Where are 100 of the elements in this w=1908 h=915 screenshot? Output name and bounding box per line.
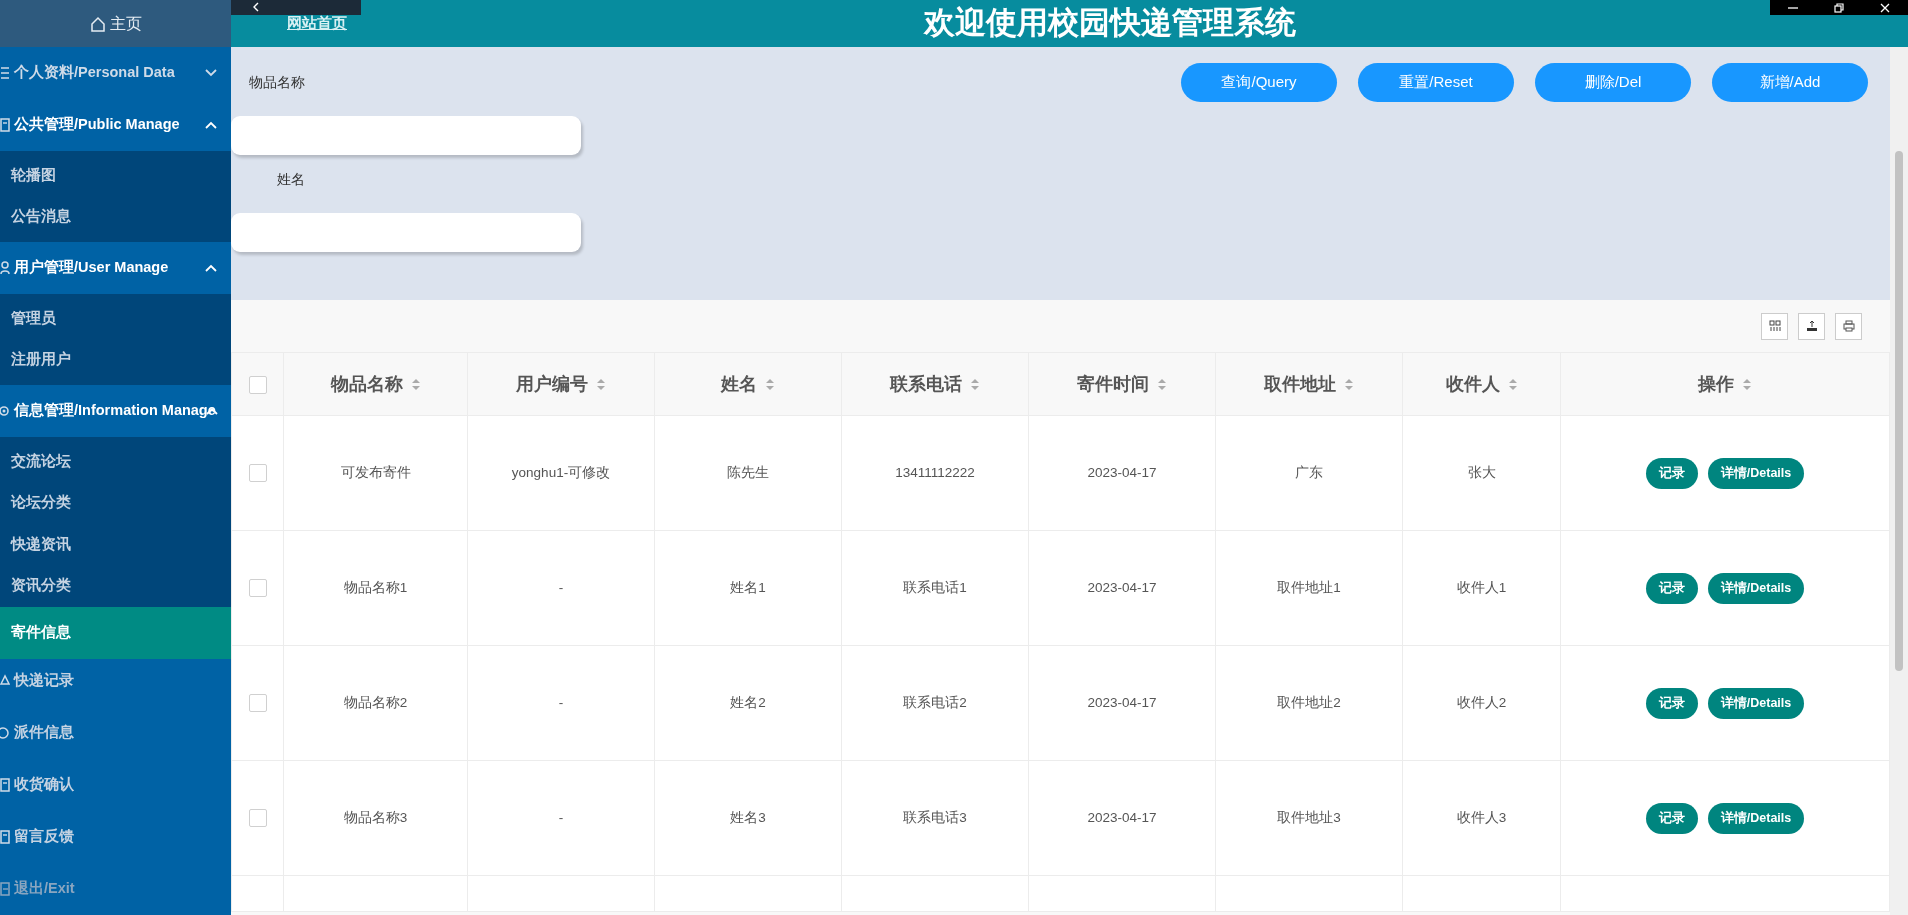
checkbox[interactable]: [248, 694, 267, 713]
columns-icon: [1767, 319, 1782, 333]
sidebar-group[interactable]: 公共管理/Public Manage: [0, 99, 231, 151]
sort-icon[interactable]: [1742, 377, 1752, 391]
checkbox[interactable]: [248, 579, 267, 598]
table-cell: 2023-04-17: [1087, 464, 1157, 480]
table-cell: 2023-04-17: [1087, 579, 1157, 595]
details-button[interactable]: 详情/Details: [1707, 687, 1805, 719]
details-button[interactable]: 详情/Details: [1707, 802, 1805, 834]
table-cell: 姓名2: [730, 694, 766, 710]
sidebar-item[interactable]: 资讯分类: [0, 565, 231, 607]
home-link[interactable]: 主页: [0, 0, 231, 47]
export-icon: [1804, 319, 1819, 333]
sidebar-item[interactable]: 寄件信息: [0, 607, 231, 659]
checkbox[interactable]: [248, 809, 267, 828]
sidebar-item[interactable]: 快递记录: [14, 670, 74, 692]
table-cell: 收件人1: [1456, 579, 1507, 595]
table-cell: 2023-04-17: [1087, 809, 1157, 825]
table-cell: 姓名3: [730, 809, 766, 825]
column-header[interactable]: 操作: [1698, 370, 1734, 398]
sidebar-group[interactable]: 信息管理/Information Manage: [0, 385, 231, 437]
record-button[interactable]: 记录: [1645, 687, 1698, 719]
sidebar-item[interactable]: 公告消息: [0, 196, 231, 238]
column-header[interactable]: 用户编号: [516, 370, 588, 398]
document-icon: [0, 777, 10, 793]
sidebar-item[interactable]: 注册用户: [0, 339, 231, 381]
table-cell: 13411112222: [895, 464, 975, 480]
column-header[interactable]: 取件地址: [1264, 370, 1336, 398]
table-cell: 张大: [1467, 464, 1496, 480]
table-cell: 取件地址3: [1277, 809, 1341, 825]
nav-link[interactable]: 网站首页: [287, 12, 347, 35]
list-icon: [0, 65, 10, 81]
search-field[interactable]: [231, 213, 581, 252]
column-header[interactable]: 收件人: [1445, 370, 1500, 398]
sort-icon[interactable]: [765, 377, 775, 391]
column-header[interactable]: 寄件时间: [1077, 370, 1149, 398]
export-button[interactable]: [1798, 312, 1825, 340]
table-cell: 联系电话1: [903, 579, 967, 595]
table-cell: yonghu1-可修改: [511, 464, 611, 480]
sidebar-item[interactable]: 管理员: [0, 298, 231, 340]
sort-icon[interactable]: [970, 377, 980, 391]
sidebar-group[interactable]: 个人资料/Personal Data: [0, 47, 231, 99]
table-cell: 物品名称1: [343, 579, 408, 595]
print-button[interactable]: [1835, 312, 1862, 340]
page-title: 欢迎使用校园快递管理系统: [923, 4, 1296, 43]
home-icon: [89, 15, 106, 32]
table-cell: 广东: [1295, 464, 1323, 480]
field-label: 物品名称: [248, 73, 306, 92]
column-header[interactable]: 联系电话: [890, 370, 962, 398]
gear-icon: [0, 403, 10, 419]
table-cell: -: [558, 809, 564, 825]
table-cell: 联系电话3: [903, 809, 967, 825]
table-cell: 收件人2: [1456, 694, 1507, 710]
sort-icon[interactable]: [410, 377, 421, 391]
sidebar-group[interactable]: 用户管理/User Manage: [0, 242, 231, 294]
table-cell: 陈先生: [727, 464, 769, 480]
home-label: 主页: [109, 13, 142, 34]
print-icon: [1841, 319, 1856, 333]
record-button[interactable]: 记录: [1645, 572, 1698, 604]
sidebar-item[interactable]: 留言反馈: [14, 826, 74, 848]
sidebar-item[interactable]: 快递资讯: [0, 524, 231, 566]
field-label: 姓名: [276, 170, 306, 189]
scrollbar[interactable]: [1890, 47, 1908, 915]
table-cell: 物品名称3: [343, 809, 408, 825]
table-cell: 2023-04-17: [1087, 694, 1157, 710]
columns-button[interactable]: [1761, 312, 1788, 340]
sort-icon[interactable]: [1157, 377, 1167, 391]
restore-icon[interactable]: [1834, 2, 1844, 13]
document-icon: [0, 829, 10, 845]
document-icon: [0, 117, 10, 133]
sort-icon[interactable]: [596, 377, 606, 391]
record-button[interactable]: 记录: [1645, 802, 1698, 834]
table-cell: 物品名称2: [343, 694, 408, 710]
table-cell: 联系电话2: [903, 694, 967, 710]
sort-icon[interactable]: [1507, 377, 1518, 391]
sort-icon[interactable]: [1344, 377, 1354, 391]
table-cell: 收件人3: [1456, 809, 1507, 825]
table-cell: 取件地址2: [1277, 694, 1341, 710]
column-header[interactable]: 姓名: [721, 370, 757, 398]
table-cell: -: [558, 579, 564, 595]
user-icon: [0, 260, 10, 276]
exit-icon: [0, 881, 10, 897]
details-button[interactable]: 详情/Details: [1707, 457, 1805, 489]
checkbox[interactable]: [248, 464, 267, 483]
table-cell: 姓名1: [730, 579, 766, 595]
sidebar-item[interactable]: 轮播图: [0, 155, 231, 197]
close-icon[interactable]: [1880, 2, 1890, 13]
search-field[interactable]: [231, 116, 581, 155]
back-icon[interactable]: [251, 2, 261, 12]
table-cell: 可发布寄件: [340, 464, 411, 480]
details-button[interactable]: 详情/Details: [1707, 572, 1805, 604]
sidebar-item[interactable]: 交流论坛: [0, 441, 231, 483]
sidebar-item[interactable]: 收货确认: [14, 774, 74, 796]
table-cell: -: [558, 694, 564, 710]
record-button[interactable]: 记录: [1645, 457, 1698, 489]
table-cell: 取件地址1: [1277, 579, 1341, 595]
checkbox[interactable]: [248, 376, 267, 395]
sidebar-item[interactable]: 派件信息: [14, 722, 74, 744]
sidebar-item[interactable]: 论坛分类: [0, 482, 231, 524]
column-header[interactable]: 物品名称: [330, 370, 403, 398]
